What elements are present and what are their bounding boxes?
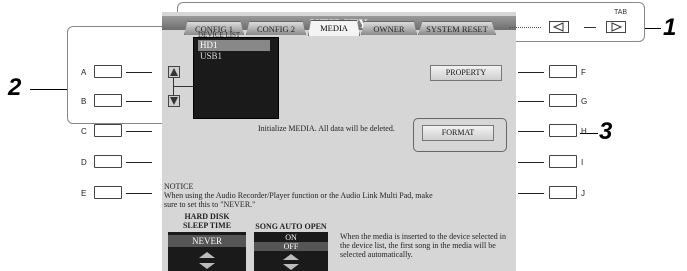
triangle-left-icon	[552, 22, 564, 32]
button-j-leader	[518, 193, 544, 194]
button-b-leader	[126, 101, 152, 102]
button-d[interactable]	[94, 155, 122, 168]
callout-2: 2	[8, 74, 22, 101]
scroll-connector-h	[173, 86, 193, 87]
device-item-hd1[interactable]: HD1	[198, 40, 270, 51]
property-button[interactable]: PROPERTY	[430, 65, 502, 81]
side-label-h: H	[581, 127, 587, 136]
button-a-leader	[126, 72, 152, 73]
button-j[interactable]	[549, 186, 577, 199]
callout-1: 1	[663, 14, 677, 41]
tab-prev-button[interactable]	[549, 21, 569, 33]
callout-3: 3	[599, 118, 613, 145]
format-description: Initialize MEDIA. All data will be delet…	[258, 124, 395, 133]
side-label-j: J	[581, 189, 585, 198]
button-h-leader	[518, 131, 544, 132]
button-g-leader	[518, 101, 544, 102]
button-e[interactable]	[94, 186, 122, 199]
tab-label: TAB	[614, 9, 628, 16]
button-h[interactable]	[549, 124, 577, 137]
tab-owner[interactable]: OWNER	[361, 21, 417, 35]
button-i-leader	[518, 162, 544, 163]
callout-1-leader	[645, 28, 661, 29]
button-g[interactable]	[549, 94, 577, 107]
button-a[interactable]	[94, 65, 122, 78]
hard-disk-up-icon[interactable]	[199, 252, 215, 258]
song-auto-open-on[interactable]: ON	[254, 233, 328, 242]
button-b[interactable]	[94, 94, 122, 107]
manual-illustration: UTILITY CONFIG 1 CONFIG 2 MEDIA OWNER SY…	[0, 0, 687, 271]
callout-2-leader	[30, 89, 67, 90]
song-auto-open-off[interactable]: OFF	[254, 242, 328, 251]
notice-text: NOTICE When using the Audio Recorder/Pla…	[164, 182, 433, 209]
scroll-down-button[interactable]	[168, 95, 180, 107]
button-f-leader	[518, 72, 544, 73]
tab-dotted-leader	[509, 27, 541, 28]
tab-config-2[interactable]: CONFIG 2	[246, 21, 306, 35]
side-label-i: I	[581, 158, 584, 167]
side-label-c: C	[81, 127, 87, 136]
triangle-up-icon	[170, 68, 178, 76]
tab-media[interactable]: MEDIA	[308, 20, 360, 36]
scroll-up-button[interactable]	[168, 66, 180, 78]
side-label-e: E	[81, 189, 87, 198]
button-i[interactable]	[549, 155, 577, 168]
triangle-right-icon	[611, 22, 623, 32]
hard-disk-sleep-value: NEVER	[168, 235, 246, 247]
side-label-f: F	[581, 68, 586, 77]
side-label-b: B	[81, 97, 87, 106]
song-auto-open-label: SONG AUTO OPEN	[255, 222, 327, 231]
tab-dash	[584, 27, 596, 28]
song-auto-open-down-icon[interactable]	[283, 264, 299, 270]
device-list[interactable]: HD1 USB1	[193, 37, 279, 119]
song-auto-open-box[interactable]: ON OFF	[254, 232, 328, 271]
hard-disk-sleep-label: HARD DISK SLEEP TIME	[182, 212, 232, 230]
side-label-d: D	[81, 158, 87, 167]
side-label-a: A	[81, 68, 87, 77]
tab-system-reset[interactable]: SYSTEM RESET	[418, 21, 496, 35]
hard-disk-down-icon[interactable]	[199, 263, 215, 269]
side-label-g: G	[581, 97, 588, 106]
button-f[interactable]	[549, 65, 577, 78]
button-c-leader	[126, 131, 152, 132]
device-item-usb1[interactable]: USB1	[198, 51, 270, 62]
button-d-leader	[126, 162, 152, 163]
song-auto-open-up-icon[interactable]	[283, 254, 299, 260]
triangle-down-icon	[170, 97, 178, 105]
song-auto-open-description: When the media is inserted to the device…	[340, 232, 506, 259]
hard-disk-sleep-box[interactable]: NEVER	[168, 232, 246, 271]
button-e-leader	[126, 193, 152, 194]
button-c[interactable]	[94, 124, 122, 137]
format-button[interactable]: FORMAT	[422, 125, 494, 141]
tab-next-button[interactable]	[606, 21, 626, 33]
